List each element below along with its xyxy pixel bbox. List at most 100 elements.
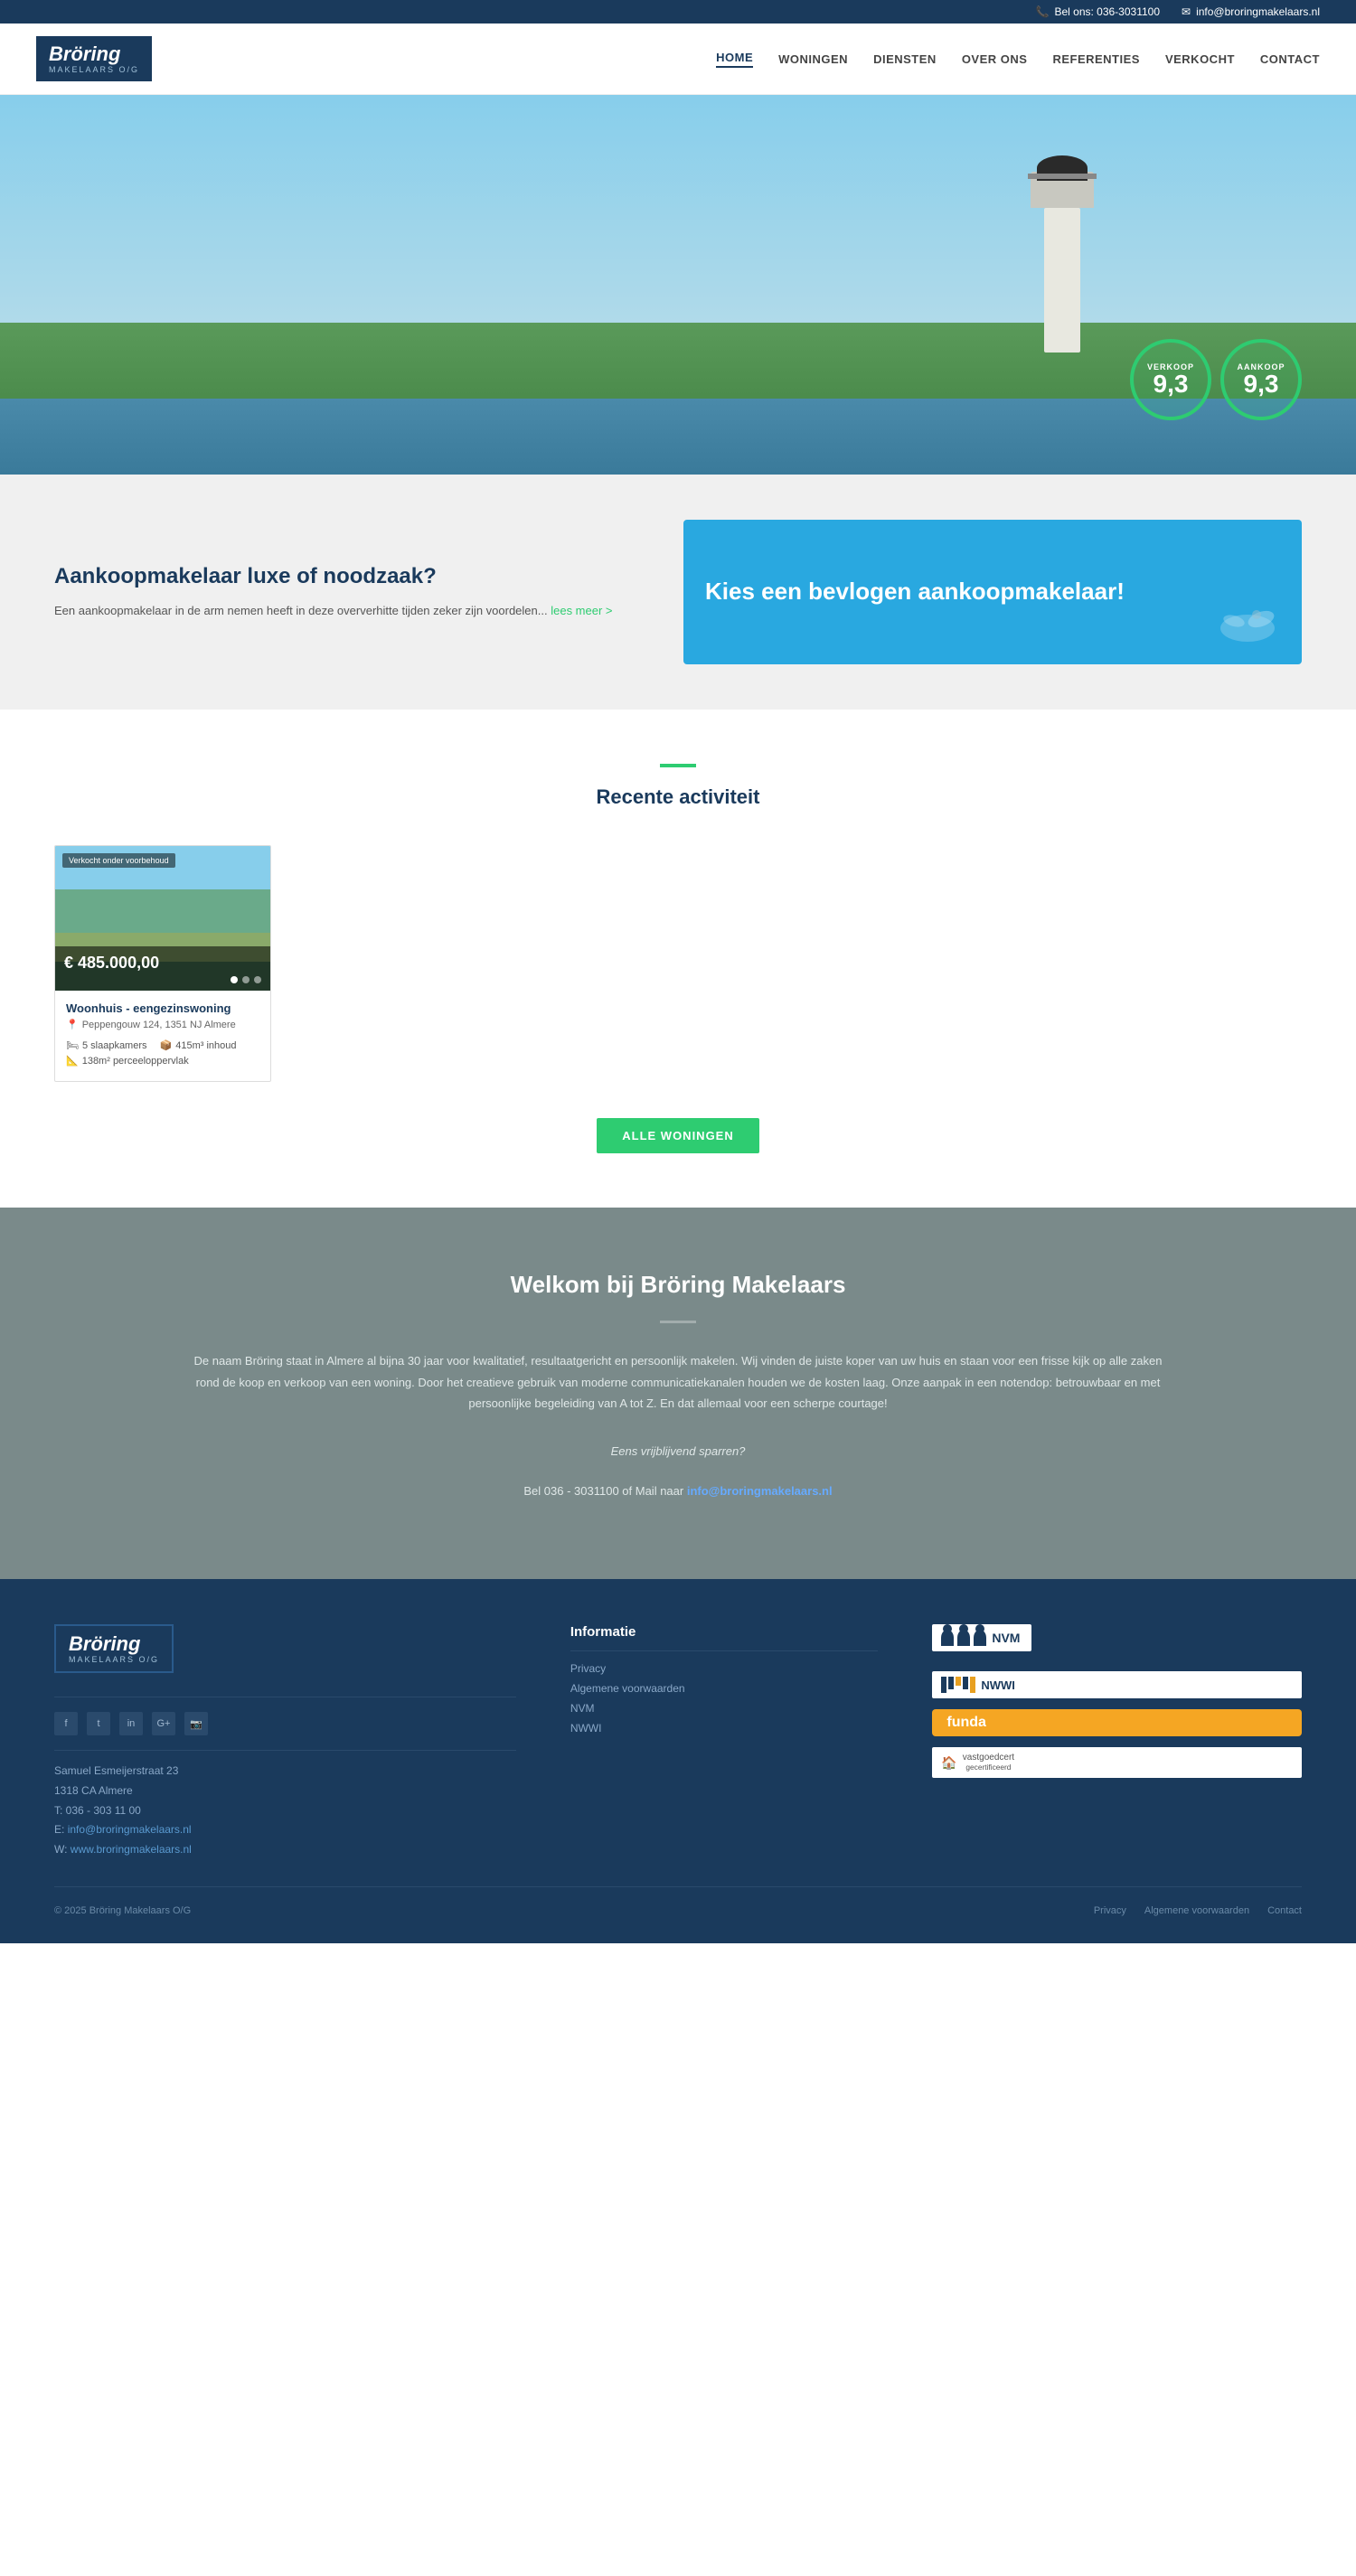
footer-address: Samuel Esmeijerstraat 23 1318 CA Almere … (54, 1762, 516, 1859)
nvm-figure-1 (941, 1630, 954, 1646)
phone-number: Bel ons: 036-3031100 (1054, 5, 1160, 18)
verkoop-badge: VERKOOP 9,3 (1130, 339, 1211, 420)
promo-body: Een aankoopmakelaar in de arm nemen heef… (54, 602, 629, 621)
dot-3[interactable] (254, 976, 261, 983)
footer-privacy-link[interactable]: Privacy (1094, 1905, 1126, 1916)
email-icon: ✉ (1182, 5, 1191, 18)
property-grid: Verkocht onder voorbehoud € 485.000,00 W… (54, 845, 1302, 1082)
banner-text: Kies een bevlogen aankoopmakelaar! (705, 577, 1125, 607)
bed-icon: 🛏 (66, 1039, 79, 1051)
property-card[interactable]: Verkocht onder voorbehoud € 485.000,00 W… (54, 845, 271, 1082)
property-features: 🛏 5 slaapkamers 📦 415m³ inhoud 📐 138m² p… (66, 1039, 259, 1067)
list-item: Algemene voorwaarden (570, 1682, 879, 1695)
nav-woningen[interactable]: WONINGEN (778, 52, 848, 66)
footer-info-col: Informatie Privacy Algemene voorwaarden … (570, 1624, 879, 1859)
footer-website-row: W: www.broringmakelaars.nl (54, 1840, 516, 1860)
nav-referenties[interactable]: REFERENTIES (1052, 52, 1140, 66)
footer-logo-name: Bröring (69, 1633, 159, 1655)
nvm-text: NVM (992, 1631, 1020, 1645)
recent-section: Recente activiteit Verkocht onder voorbe… (0, 710, 1356, 1208)
property-image: Verkocht onder voorbehoud € 485.000,00 (55, 846, 270, 991)
dot-2[interactable] (242, 976, 250, 983)
price-dots (64, 976, 261, 983)
algemene-voorwaarden-link[interactable]: Algemene voorwaarden (570, 1682, 685, 1695)
nvm-logo: NVM (932, 1624, 1031, 1651)
list-item: Privacy (570, 1662, 879, 1675)
nav-over-ons[interactable]: OVER ONS (962, 52, 1028, 66)
list-item: NWWI (570, 1722, 879, 1735)
email-info: ✉ info@broringmakelaars.nl (1182, 5, 1320, 18)
hero-section: VERKOOP 9,3 AANKOOP 9,3 (0, 95, 1356, 475)
bar1 (941, 1677, 946, 1693)
section-accent-bar (660, 764, 696, 767)
promo-read-more[interactable]: lees meer > (551, 604, 612, 617)
welcome-sparren: Eens vrijblijvend sparren? (181, 1441, 1175, 1462)
footer-info-divider (570, 1650, 879, 1651)
footer-bottom: © 2025 Bröring Makelaars O/G Privacy Alg… (54, 1887, 1302, 1916)
footer-algemene-link[interactable]: Algemene voorwaarden (1144, 1905, 1249, 1916)
vastgoed-logo: 🏠 vastgoedcertgecertificeerd (932, 1747, 1302, 1778)
footer-top: Bröring MAKELAARS O/G f t in G+ 📷 Samuel… (54, 1624, 1302, 1887)
welcome-title: Welkom bij Bröring Makelaars (181, 1271, 1175, 1299)
linkedin-icon[interactable]: in (119, 1712, 143, 1735)
nwwi-link[interactable]: NWWI (570, 1722, 602, 1735)
footer-social: f t in G+ 📷 (54, 1712, 516, 1735)
rating-badges: VERKOOP 9,3 AANKOOP 9,3 (1130, 339, 1302, 420)
price-tag: € 485.000,00 (55, 946, 270, 991)
property-type: Woonhuis - eengezinswoning (66, 1001, 259, 1015)
funda-logo-wrapper: funda (932, 1709, 1302, 1736)
list-item: NVM (570, 1702, 879, 1715)
nvm-icon: NVM (941, 1630, 1022, 1646)
bar4 (963, 1677, 968, 1689)
header: Bröring MAKELAARS O/G HOME WONINGEN DIEN… (0, 24, 1356, 95)
footer-logo[interactable]: Bröring MAKELAARS O/G (54, 1624, 174, 1673)
footer-website-link[interactable]: www.broringmakelaars.nl (71, 1843, 192, 1856)
nwwi-text: NWWI (981, 1678, 1015, 1692)
alle-woningen-button[interactable]: ALLE WONINGEN (597, 1118, 759, 1153)
aankoop-score: 9,3 (1244, 371, 1279, 397)
footer-info-title: Informatie (570, 1624, 879, 1640)
dot-1[interactable] (231, 976, 238, 983)
nwwi-logo: NWWI (932, 1671, 1302, 1698)
instagram-icon[interactable]: 📷 (184, 1712, 208, 1735)
nav-verkocht[interactable]: VERKOCHT (1165, 52, 1235, 66)
nav-contact[interactable]: CONTACT (1260, 52, 1320, 66)
nvm-link[interactable]: NVM (570, 1702, 595, 1715)
bar2 (948, 1677, 954, 1689)
phone-info: 📞 Bel ons: 036-3031100 (1036, 5, 1161, 18)
googleplus-icon[interactable]: G+ (152, 1712, 175, 1735)
content-feature: 📦 415m³ inhoud (160, 1039, 237, 1051)
footer-contact-link[interactable]: Contact (1267, 1905, 1302, 1916)
top-bar: 📞 Bel ons: 036-3031100 ✉ info@broringmak… (0, 0, 1356, 24)
footer-email-link[interactable]: info@broringmakelaars.nl (68, 1823, 192, 1836)
promo-heading: Aankoopmakelaar luxe of noodzaak? (54, 564, 629, 589)
nvm-figures (941, 1630, 986, 1646)
email-link[interactable]: info@broringmakelaars.nl (1196, 5, 1320, 18)
sold-badge: Verkocht onder voorbehoud (62, 853, 175, 868)
nav-diensten[interactable]: DIENSTEN (873, 52, 937, 66)
nwwi-bars (941, 1677, 975, 1693)
verkoop-score: 9,3 (1154, 371, 1189, 397)
footer-divider-2 (54, 1750, 516, 1751)
vastgoed-text: vastgoedcertgecertificeerd (963, 1753, 1014, 1772)
welcome-contact: Bel 036 - 3031100 of Mail naar info@bror… (181, 1481, 1175, 1501)
hero-sky (0, 95, 1356, 323)
area-icon: 📐 (66, 1055, 79, 1067)
privacy-link[interactable]: Privacy (570, 1662, 606, 1675)
lighthouse-tower (1044, 208, 1080, 353)
welcome-section: Welkom bij Bröring Makelaars De naam Brö… (0, 1208, 1356, 1579)
nav-home[interactable]: HOME (716, 51, 753, 68)
welcome-email-link[interactable]: info@broringmakelaars.nl (687, 1484, 833, 1498)
logo[interactable]: Bröring MAKELAARS O/G (36, 36, 152, 81)
vastgoed-icon: 🏠 (941, 1755, 956, 1771)
feature-row-1: 🛏 5 slaapkamers 📦 415m³ inhoud (66, 1039, 259, 1051)
promo-section: Aankoopmakelaar luxe of noodzaak? Een aa… (0, 475, 1356, 710)
bedrooms-feature: 🛏 5 slaapkamers (66, 1039, 147, 1051)
nvm-logo-wrapper: NVM (932, 1624, 1302, 1660)
property-address: 📍 Peppengouw 124, 1351 NJ Almere (66, 1019, 259, 1030)
funda-logo: funda (932, 1709, 1302, 1736)
cube-icon: 📦 (160, 1039, 173, 1051)
facebook-icon[interactable]: f (54, 1712, 78, 1735)
nvm-figure-3 (974, 1630, 986, 1646)
twitter-icon[interactable]: t (87, 1712, 110, 1735)
